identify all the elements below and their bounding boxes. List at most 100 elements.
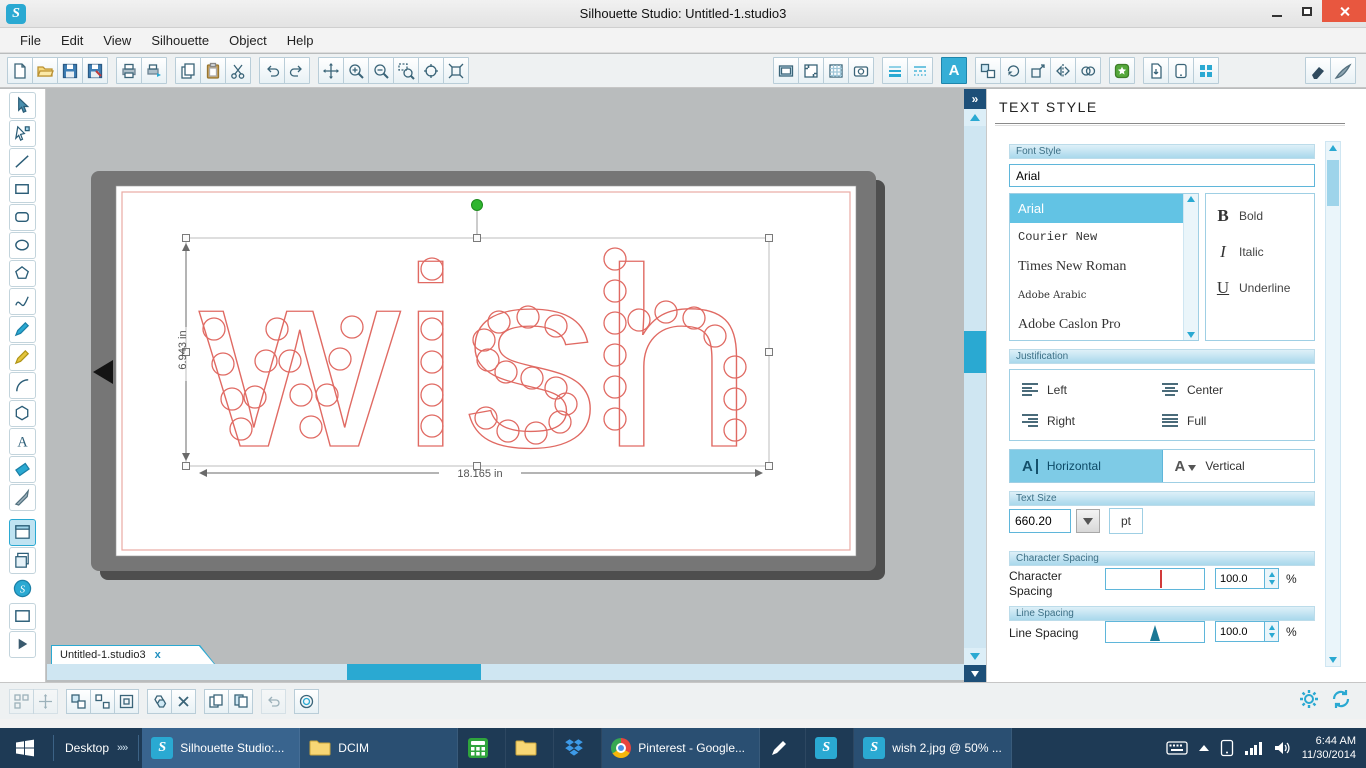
pan-tool-button[interactable] [318, 57, 344, 84]
rounded-rectangle-tool[interactable] [9, 204, 36, 231]
character-spacing-value[interactable] [1215, 568, 1265, 589]
spin-down-icon[interactable] [1268, 633, 1275, 638]
canvas[interactable]: wish 6.943 in 18.165 in » Untitled-1.stu… [47, 89, 986, 682]
justify-left-option[interactable]: Left [1022, 383, 1162, 397]
arc-tool[interactable] [9, 372, 36, 399]
task-silhouette-app[interactable]: S [806, 728, 855, 768]
network-status-icon[interactable] [1245, 741, 1262, 755]
text-size-input[interactable] [1009, 509, 1071, 533]
horizontal-scroll-thumb[interactable] [347, 664, 481, 680]
handle-top-right[interactable] [765, 234, 773, 242]
character-spacing-marker[interactable] [1159, 570, 1162, 588]
font-list-item-caslon[interactable]: Adobe Caslon Pro [1010, 310, 1198, 339]
eraser-tool[interactable] [9, 456, 36, 483]
font-list-up-icon[interactable] [1187, 196, 1195, 202]
handle-bottom-right[interactable] [765, 462, 773, 470]
font-list-down-icon[interactable] [1187, 332, 1195, 338]
panel-scroll-thumb[interactable] [1327, 160, 1339, 206]
knife-toolbar-button[interactable] [1330, 57, 1356, 84]
vertical-text-button[interactable]: A Vertical [1162, 450, 1314, 482]
font-list[interactable]: Arial Courier New Times New Roman Adobe … [1009, 193, 1199, 341]
cut-button[interactable] [225, 57, 251, 84]
export-button[interactable] [1143, 57, 1169, 84]
horizontal-text-button[interactable]: A Horizontal [1010, 450, 1163, 482]
settings-gear-icon[interactable] [1298, 688, 1320, 710]
copy-button[interactable] [175, 57, 201, 84]
fit-to-page-button[interactable] [443, 57, 469, 84]
task-silhouette-studio[interactable]: S Silhouette Studio:... [142, 728, 301, 768]
undo-operation-button[interactable] [261, 688, 286, 714]
text-style-button[interactable]: A [941, 57, 967, 84]
mirror-options-button[interactable] [1050, 57, 1076, 84]
polygon-tool[interactable] [9, 260, 36, 287]
keyboard-icon[interactable] [1166, 741, 1188, 755]
undo-button[interactable] [259, 57, 285, 84]
text-size-unit-button[interactable]: pt [1109, 508, 1143, 534]
tab-close-button[interactable]: x [155, 649, 161, 661]
menu-help[interactable]: Help [277, 30, 324, 51]
bold-option[interactable]: B Bold [1216, 206, 1304, 226]
font-list-item-courier[interactable]: Courier New [1010, 223, 1198, 252]
regular-polygon-tool[interactable] [9, 400, 36, 427]
line-spacing-marker[interactable] [1150, 625, 1160, 641]
scroll-up-button[interactable] [964, 109, 986, 126]
line-spacing-slider[interactable] [1105, 621, 1205, 643]
modify-options-button[interactable] [1075, 57, 1101, 84]
save-as-button[interactable] [82, 57, 108, 84]
sketch-highlight-tool[interactable] [9, 344, 36, 371]
eraser-toolbar-button[interactable] [1305, 57, 1331, 84]
desktop-toolbar[interactable]: Desktop »» [57, 741, 135, 755]
zoom-selection-button[interactable] [393, 57, 419, 84]
group-button[interactable] [66, 688, 91, 714]
sync-icon[interactable] [1330, 688, 1352, 710]
spin-down-icon[interactable] [1268, 580, 1275, 585]
vertical-scroll-thumb[interactable] [964, 331, 986, 373]
ungroup-button[interactable] [90, 688, 115, 714]
rectangle-tool[interactable] [9, 176, 36, 203]
delete-button[interactable] [171, 688, 196, 714]
task-dcim[interactable]: DCIM [300, 728, 459, 768]
send-to-silhouette-button[interactable] [141, 57, 167, 84]
design-page-button[interactable] [9, 519, 36, 547]
library-view-button[interactable] [1193, 57, 1219, 84]
text-size-dropdown-button[interactable] [1076, 509, 1100, 533]
pixscan-button[interactable] [848, 57, 874, 84]
compound-path-button[interactable] [114, 688, 139, 714]
vertical-scrollbar[interactable]: » [964, 89, 986, 682]
justify-right-option[interactable]: Right [1022, 414, 1162, 428]
open-button[interactable] [32, 57, 58, 84]
menu-edit[interactable]: Edit [51, 30, 93, 51]
paste-button[interactable] [200, 57, 226, 84]
preview-pane-button[interactable] [9, 603, 36, 631]
horizontal-scrollbar[interactable] [47, 664, 964, 680]
show-hidden-icons-button[interactable] [1199, 745, 1210, 751]
page-settings-button[interactable] [773, 57, 799, 84]
transform-tools-button[interactable] [33, 688, 58, 714]
document-tab[interactable]: Untitled-1.studio3 x [51, 645, 215, 664]
font-list-item-times[interactable]: Times New Roman [1010, 252, 1198, 281]
image-effects-button[interactable] [1109, 57, 1135, 84]
task-pen-input[interactable] [760, 728, 807, 768]
store-button[interactable]: S [9, 575, 36, 603]
duplicate-right-button[interactable] [228, 688, 253, 714]
handle-top-center[interactable] [473, 234, 481, 242]
library-button[interactable] [9, 547, 36, 575]
line-spacing-spinner[interactable] [1265, 621, 1279, 642]
knife-tool[interactable] [9, 484, 36, 511]
curve-tool[interactable] [9, 288, 36, 315]
task-file-explorer[interactable] [506, 728, 555, 768]
offset-button[interactable] [294, 688, 319, 714]
drag-zoom-button[interactable] [418, 57, 444, 84]
character-spacing-slider[interactable] [1105, 568, 1205, 590]
scale-options-button[interactable] [1025, 57, 1051, 84]
ellipse-tool[interactable] [9, 232, 36, 259]
close-button[interactable] [1322, 0, 1366, 22]
volume-icon[interactable] [1273, 740, 1291, 756]
replicate-button[interactable] [975, 57, 1001, 84]
task-wish-image[interactable]: S wish 2.jpg @ 50% ... [854, 728, 1013, 768]
font-list-scrollbar[interactable] [1183, 194, 1198, 340]
align-tools-button[interactable] [9, 688, 34, 714]
sketch-tool[interactable] [9, 316, 36, 343]
text-tool[interactable]: A [9, 428, 36, 455]
menu-object[interactable]: Object [219, 30, 277, 51]
